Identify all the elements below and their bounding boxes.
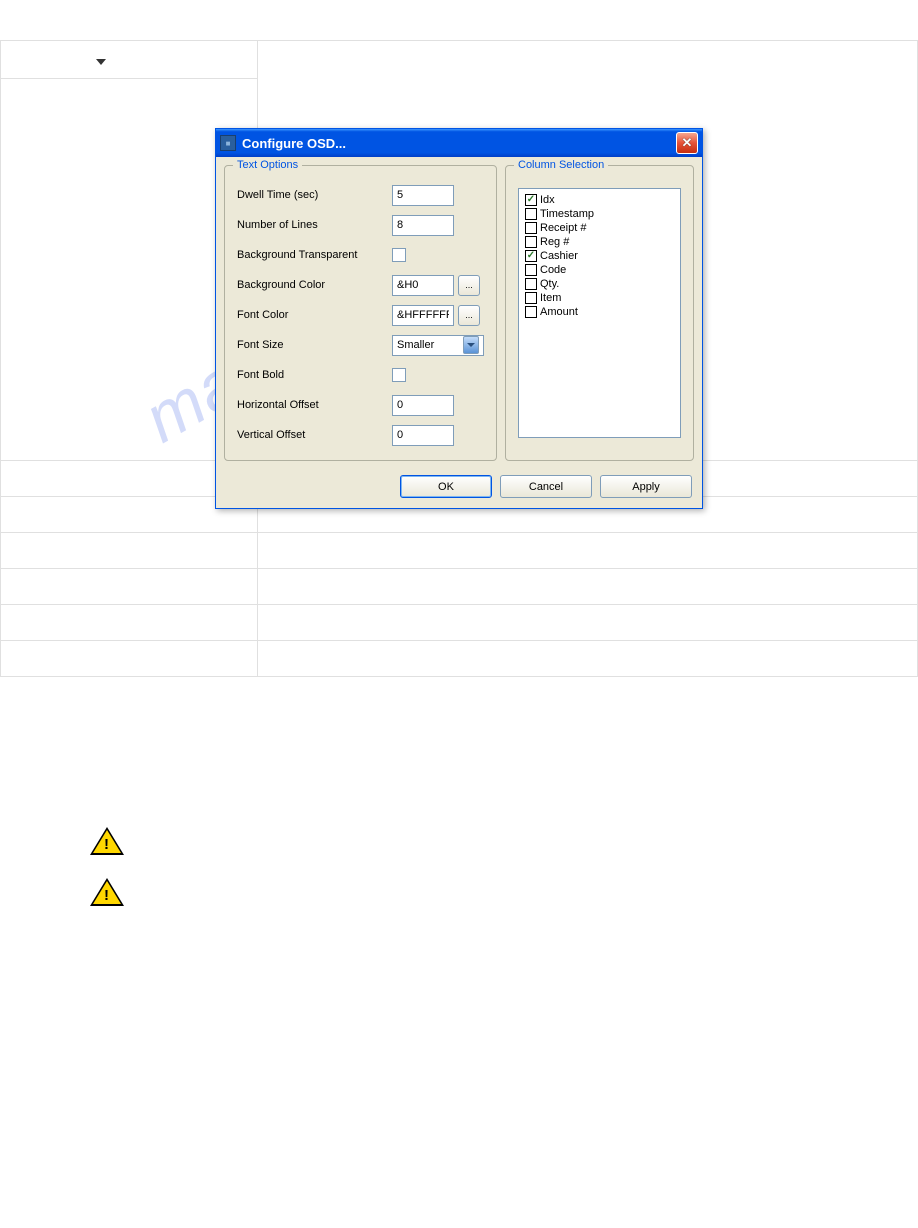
qty-checkbox[interactable] [525, 278, 537, 290]
dwell-time-label: Dwell Time (sec) [237, 189, 392, 201]
font-color-picker-button[interactable]: ... [458, 305, 480, 326]
h-offset-input[interactable] [392, 395, 454, 416]
apply-button[interactable]: Apply [600, 475, 692, 498]
dwell-time-input[interactable] [392, 185, 454, 206]
column-list[interactable]: Idx Timestamp Receipt # Reg # Cashier [518, 188, 681, 438]
list-item[interactable]: Qty. [523, 277, 676, 291]
cancel-button[interactable]: Cancel [500, 475, 592, 498]
warning-icon: ! [90, 878, 124, 906]
v-offset-input[interactable] [392, 425, 454, 446]
column-selection-legend: Column Selection [514, 159, 608, 171]
font-bold-checkbox[interactable] [392, 368, 406, 382]
list-item[interactable]: Amount [523, 305, 676, 319]
cashier-checkbox[interactable] [525, 250, 537, 262]
reg-checkbox[interactable] [525, 236, 537, 248]
dialog-titlebar[interactable]: ■ Configure OSD... ✕ [216, 129, 702, 157]
number-of-lines-label: Number of Lines [237, 219, 392, 231]
column-label: Reg # [540, 236, 569, 248]
font-size-label: Font Size [237, 339, 392, 351]
column-label: Qty. [540, 278, 559, 290]
number-of-lines-input[interactable] [392, 215, 454, 236]
font-color-label: Font Color [237, 309, 392, 321]
list-item[interactable]: Idx [523, 193, 676, 207]
configure-osd-dialog: ■ Configure OSD... ✕ Text Options Dwell … [215, 128, 703, 509]
item-checkbox[interactable] [525, 292, 537, 304]
text-options-group: Text Options Dwell Time (sec) Number of … [224, 165, 497, 461]
column-label: Idx [540, 194, 555, 206]
column-label: Amount [540, 306, 578, 318]
bg-color-input[interactable] [392, 275, 454, 296]
font-bold-label: Font Bold [237, 369, 392, 381]
timestamp-checkbox[interactable] [525, 208, 537, 220]
dropdown-marker-icon [96, 59, 106, 65]
list-item[interactable]: Cashier [523, 249, 676, 263]
h-offset-label: Horizontal Offset [237, 399, 392, 411]
warning-icon: ! [90, 827, 124, 855]
v-offset-label: Vertical Offset [237, 429, 392, 441]
amount-checkbox[interactable] [525, 306, 537, 318]
font-color-input[interactable] [392, 305, 454, 326]
column-selection-group: Column Selection Idx Timestamp Receipt #… [505, 165, 694, 461]
receipt-checkbox[interactable] [525, 222, 537, 234]
column-label: Cashier [540, 250, 578, 262]
chevron-down-icon [463, 336, 479, 354]
bg-color-label: Background Color [237, 279, 392, 291]
list-item[interactable]: Code [523, 263, 676, 277]
column-label: Item [540, 292, 561, 304]
column-label: Timestamp [540, 208, 594, 220]
bg-transparent-label: Background Transparent [237, 249, 392, 261]
font-size-select[interactable]: Smaller [392, 335, 484, 356]
ok-button[interactable]: OK [400, 475, 492, 498]
column-label: Code [540, 264, 566, 276]
list-item[interactable]: Reg # [523, 235, 676, 249]
app-icon: ■ [220, 135, 236, 151]
column-label: Receipt # [540, 222, 586, 234]
list-item[interactable]: Item [523, 291, 676, 305]
dialog-body: Text Options Dwell Time (sec) Number of … [216, 157, 702, 469]
code-checkbox[interactable] [525, 264, 537, 276]
bg-transparent-checkbox[interactable] [392, 248, 406, 262]
dialog-footer: OK Cancel Apply [216, 469, 702, 508]
font-size-value: Smaller [397, 339, 434, 351]
bg-color-picker-button[interactable]: ... [458, 275, 480, 296]
close-button[interactable]: ✕ [676, 132, 698, 154]
text-options-legend: Text Options [233, 159, 302, 171]
close-icon: ✕ [682, 135, 693, 151]
list-item[interactable]: Receipt # [523, 221, 676, 235]
dialog-title: Configure OSD... [242, 136, 676, 151]
list-item[interactable]: Timestamp [523, 207, 676, 221]
idx-checkbox[interactable] [525, 194, 537, 206]
